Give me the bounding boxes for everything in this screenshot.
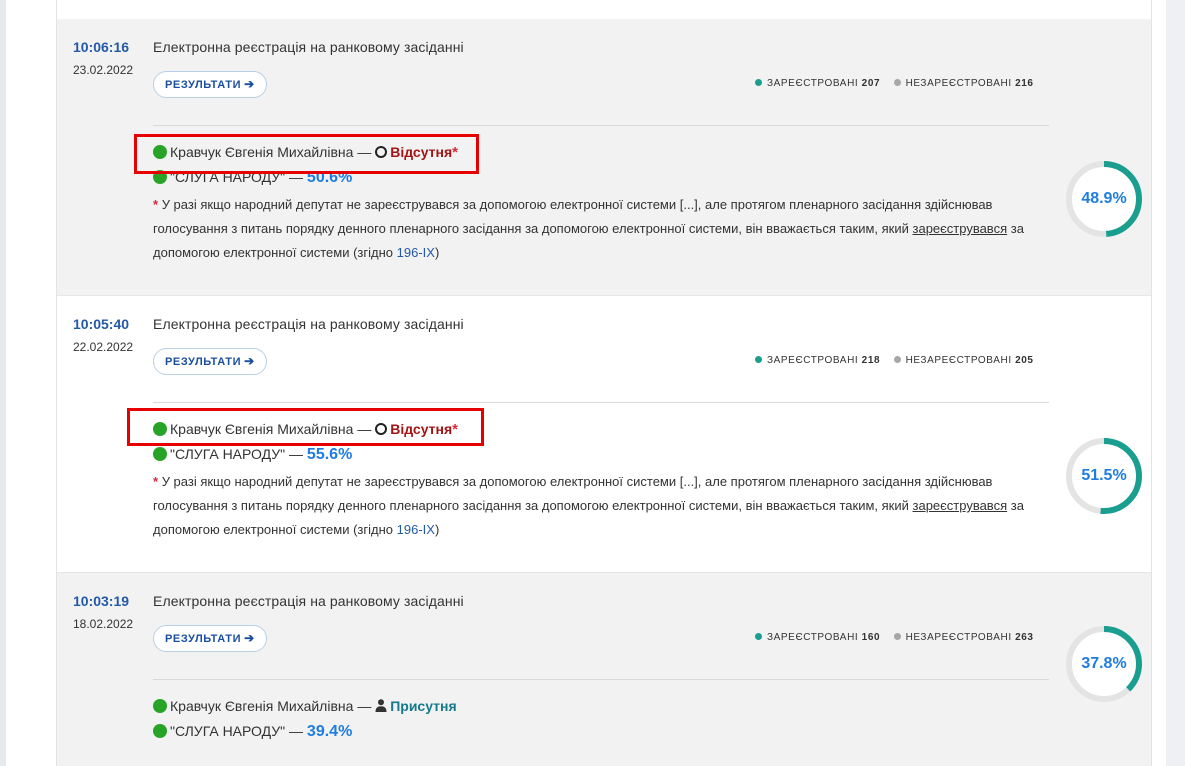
gauge-value: 48.9% [1081,190,1127,207]
green-dot-icon [153,724,167,738]
note-underlined: зареєструвався [912,221,1008,236]
gauge-value: 37.8% [1081,655,1127,672]
law-link[interactable]: 196-IX [397,522,435,537]
results-button-label: РЕЗУЛЬТАТИ [165,79,242,91]
session-date: 22.02.2022 [73,340,134,354]
person-icon [375,699,387,712]
session-title: Електронна реєстрація на ранковому засід… [153,316,464,332]
green-dot-icon [153,699,167,713]
results-button-label: РЕЗУЛЬТАТИ [165,633,242,645]
registration-stats: ЗАРЕЄСТРОВАНІ 218 НЕЗАРЕЄСТРОВАНІ 205 [755,355,1034,366]
gauge-value: 51.5% [1081,467,1127,484]
divider [153,125,1049,126]
unregistered-dot-icon [893,633,901,640]
arrow-right-icon: ➔ [244,631,255,645]
top-strip [57,0,1151,19]
attendance-gauge: 48.9% [1064,159,1144,239]
highlight-box [127,408,484,446]
unregistered-label: НЕЗАРЕЄСТРОВАНІ [905,355,1012,366]
registered-count: 207 [861,78,881,89]
session-title: Електронна реєстрація на ранковому засід… [153,39,464,55]
session-separator [57,572,1151,573]
registered-dot-icon [755,356,762,363]
green-dot-icon [153,447,167,461]
deputy-name: Кравчук Євгенія Михайлівна [170,698,354,714]
results-button-label: РЕЗУЛЬТАТИ [165,356,242,368]
faction-percentage: 55.6% [306,446,353,463]
session-time: 10:05:40 [73,316,130,332]
note-underlined: зареєструвався [912,498,1008,513]
attendance-gauge: 51.5% [1064,436,1144,516]
arrow-right-icon: ➔ [244,77,255,91]
asterisk-icon: * [153,197,159,212]
unregistered-count: 216 [1015,78,1034,89]
highlight-box [134,134,479,174]
unregistered-count: 263 [1015,632,1034,643]
note-text-3: ) [434,522,440,537]
unregistered-dot-icon [893,356,901,363]
note-text: У разі якщо народний депутат не зареєстр… [153,474,993,513]
faction-name: "СЛУГА НАРОДУ" [170,723,286,739]
divider [153,679,1049,680]
scrollbar-track[interactable] [1166,0,1185,766]
session-card: 10:03:19 18.02.2022 Електронна реєстраці… [57,573,1151,766]
note-text-3: ) [434,245,440,260]
session-date: 18.02.2022 [73,617,134,631]
law-link[interactable]: 196-IX [397,245,435,260]
dash: — [357,698,372,714]
unregistered-count: 205 [1015,355,1034,366]
page-left-border [0,0,6,766]
registered-label: ЗАРЕЄСТРОВАНІ [767,355,859,366]
note-text: У разі якщо народний депутат не зареєстр… [153,197,993,236]
registration-stats: ЗАРЕЄСТРОВАНІ 207 НЕЗАРЕЄСТРОВАНІ 216 [755,78,1034,89]
faction-row: "СЛУГА НАРОДУ" — 55.6% [153,446,352,464]
faction-percentage: 39.4% [306,723,353,740]
registration-note: * У разі якщо народний депутат не зареєс… [153,193,1053,265]
results-button[interactable]: РЕЗУЛЬТАТИ ➔ [153,71,267,98]
session-title: Електронна реєстрація на ранковому засід… [153,593,464,609]
registration-stats: ЗАРЕЄСТРОВАНІ 160 НЕЗАРЕЄСТРОВАНІ 263 [755,632,1034,643]
registered-label: ЗАРЕЄСТРОВАНІ [767,632,859,643]
faction-row: "СЛУГА НАРОДУ" — 39.4% [153,723,352,741]
registered-dot-icon [755,633,762,640]
session-date: 23.02.2022 [73,63,134,77]
unregistered-label: НЕЗАРЕЄСТРОВАНІ [905,632,1012,643]
results-button[interactable]: РЕЗУЛЬТАТИ ➔ [153,348,267,375]
session-time: 10:03:19 [73,593,130,609]
attendance-gauge: 37.8% [1064,624,1144,704]
registered-count: 218 [861,355,881,366]
divider [153,402,1049,403]
registered-dot-icon [755,79,762,86]
registration-note: * У разі якщо народний депутат не зареєс… [153,470,1053,542]
deputy-row: Кравчук Євгенія Михайлівна — Присутня [153,698,457,714]
results-button[interactable]: РЕЗУЛЬТАТИ ➔ [153,625,267,652]
registered-label: ЗАРЕЄСТРОВАНІ [767,78,859,89]
registration-list: 10:06:16 23.02.2022 Електронна реєстраці… [56,0,1152,766]
arrow-right-icon: ➔ [244,354,255,368]
registered-count: 160 [861,632,881,643]
attendance-status: Присутня [390,698,457,714]
unregistered-label: НЕЗАРЕЄСТРОВАНІ [905,78,1012,89]
session-separator [57,295,1151,296]
asterisk-icon: * [153,474,159,489]
unregistered-dot-icon [893,79,901,86]
faction-name: "СЛУГА НАРОДУ" [170,446,286,462]
session-time: 10:06:16 [73,39,130,55]
